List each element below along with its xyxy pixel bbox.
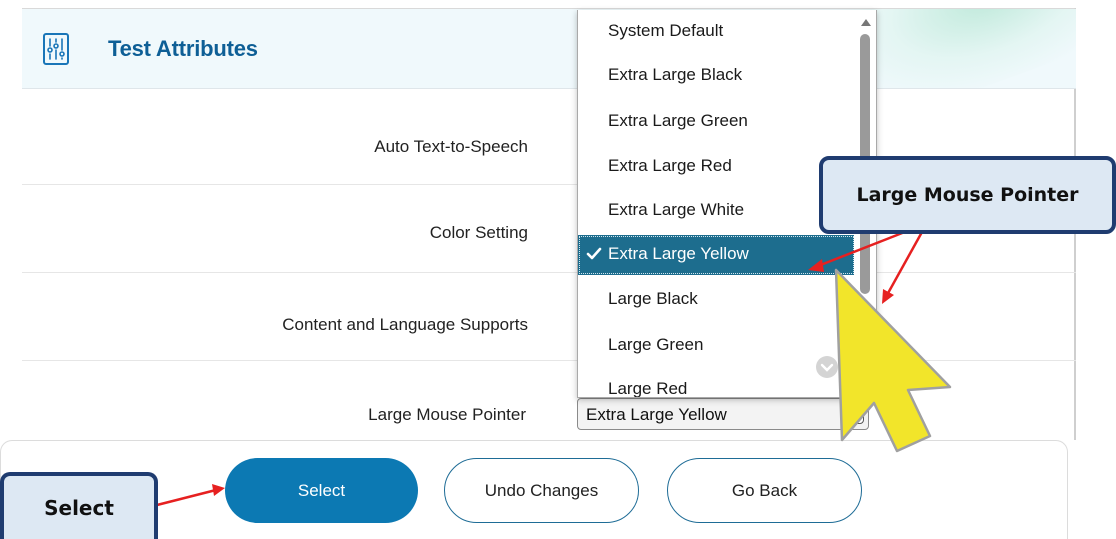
dropdown-option[interactable]: Large Green — [578, 326, 854, 366]
row-label: Content and Language Supports — [282, 315, 528, 334]
row-content-language-supports: Content and Language Supports — [22, 273, 1076, 361]
dropdown-option[interactable]: System Default — [578, 12, 854, 52]
scroll-down-icon[interactable] — [816, 356, 838, 378]
dropdown-option-selected[interactable]: Extra Large Yellow — [578, 235, 855, 275]
row-label-large-mouse-pointer: Large Mouse Pointer — [368, 405, 526, 424]
scroll-up-icon[interactable] — [859, 14, 873, 26]
callout-large-mouse-pointer: Large Mouse Pointer — [819, 156, 1116, 234]
dropdown-option[interactable]: Extra Large Black — [578, 56, 854, 96]
row-label: Auto Text-to-Speech — [374, 137, 528, 156]
row-label: Color Setting — [429, 223, 528, 242]
chevron-updown-icon — [848, 404, 864, 424]
dropdown-option[interactable]: Large Black — [578, 280, 854, 320]
undo-changes-button[interactable]: Undo Changes — [444, 458, 639, 523]
dropdown-option[interactable]: Extra Large White — [578, 191, 854, 231]
select-value: Extra Large Yellow — [586, 405, 727, 424]
sliders-icon — [43, 33, 69, 65]
dropdown-option[interactable]: Extra Large Green — [578, 102, 854, 142]
callout-select: Select — [0, 472, 158, 539]
checkmark-icon — [586, 246, 602, 262]
go-back-button[interactable]: Go Back — [667, 458, 862, 523]
panel-header: Test Attributes — [22, 9, 1076, 89]
dropdown-option[interactable]: Large Red — [578, 370, 854, 397]
dropdown-option[interactable]: Extra Large Red — [578, 147, 854, 187]
large-mouse-pointer-select[interactable]: Extra Large Yellow — [577, 398, 869, 430]
select-button[interactable]: Select — [225, 458, 418, 523]
panel-title: Test Attributes — [108, 36, 258, 61]
